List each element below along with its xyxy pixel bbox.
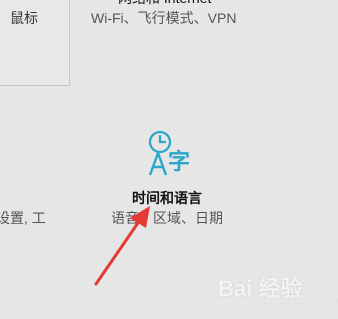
left-tile-description: 设置, 工 xyxy=(0,210,46,226)
baidu-watermark: Bai 经验 jingyan.baidu.com xyxy=(218,267,338,309)
mouse-tile-label: 鼠标 xyxy=(10,10,38,26)
network-tile-title: 网络和 Internet xyxy=(118,0,211,8)
svg-text:字: 字 xyxy=(168,149,190,175)
annotation-arrow xyxy=(94,206,150,286)
mouse-tile[interactable]: 鼠标 xyxy=(0,0,70,86)
network-tile-description: Wi-Fi、飞行模式、VPN xyxy=(91,10,237,26)
time-language-icon: 字 xyxy=(148,130,190,176)
watermark-subtext: jingyan.baidu.com xyxy=(262,295,338,306)
